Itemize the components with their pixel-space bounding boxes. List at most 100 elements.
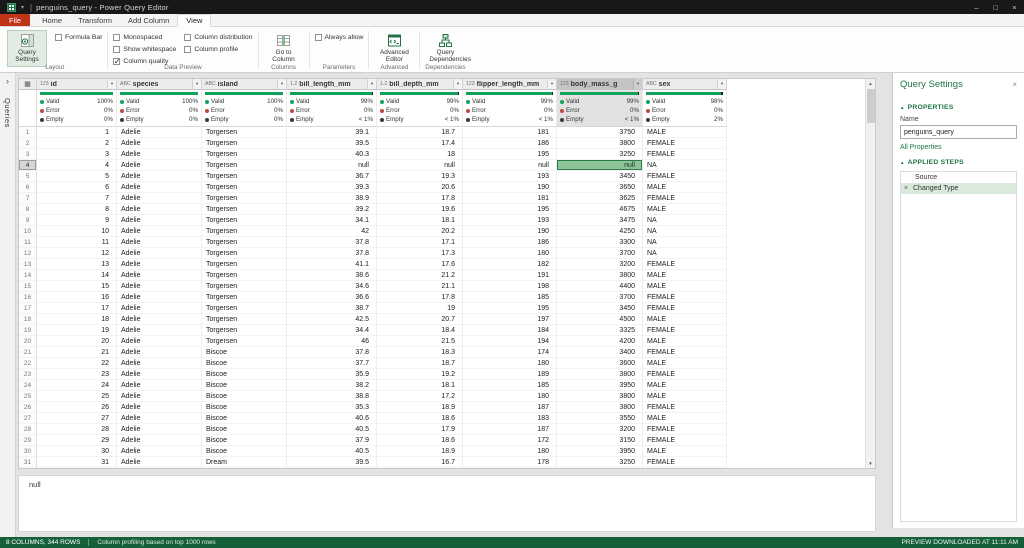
- row-number[interactable]: 3: [19, 149, 37, 160]
- grid-cell[interactable]: 40.6: [287, 413, 377, 424]
- grid-cell[interactable]: MALE: [643, 281, 727, 292]
- close-panel-icon[interactable]: ×: [1012, 80, 1017, 89]
- row-number[interactable]: 10: [19, 226, 37, 237]
- grid-cell[interactable]: FEMALE: [643, 303, 727, 314]
- grid-cell[interactable]: Adelie: [117, 457, 202, 468]
- grid-cell[interactable]: MALE: [643, 204, 727, 215]
- checkbox-icon[interactable]: [315, 34, 322, 41]
- applied-step[interactable]: ×Changed Type: [901, 183, 1016, 194]
- grid-cell[interactable]: 34.4: [287, 325, 377, 336]
- grid-cell[interactable]: MALE: [643, 314, 727, 325]
- scroll-up-icon[interactable]: ▲: [868, 79, 872, 88]
- grid-cell[interactable]: Torgersen: [202, 182, 287, 193]
- row-number[interactable]: 7: [19, 193, 37, 204]
- grid-cell[interactable]: 4250: [557, 226, 643, 237]
- grid-cell[interactable]: Adelie: [117, 435, 202, 446]
- grid-cell[interactable]: 34.6: [287, 281, 377, 292]
- grid-cell[interactable]: 195: [463, 204, 557, 215]
- applied-steps-section-header[interactable]: ▲ APPLIED STEPS: [900, 159, 1017, 166]
- grid-cell[interactable]: 37.8: [287, 248, 377, 259]
- expand-queries-icon[interactable]: ›: [6, 77, 9, 86]
- grid-cell[interactable]: NA: [643, 237, 727, 248]
- grid-cell[interactable]: Biscoe: [202, 347, 287, 358]
- grid-cell[interactable]: 3300: [557, 237, 643, 248]
- grid-cell[interactable]: 182: [463, 259, 557, 270]
- grid-cell[interactable]: 16: [37, 292, 117, 303]
- grid-cell[interactable]: Dream: [202, 457, 287, 468]
- row-number[interactable]: 22: [19, 358, 37, 369]
- grid-cell[interactable]: 193: [463, 171, 557, 182]
- grid-cell[interactable]: 38.7: [287, 303, 377, 314]
- quick-access-caret-icon[interactable]: ▾: [21, 4, 24, 11]
- row-number[interactable]: 16: [19, 292, 37, 303]
- grid-cell[interactable]: NA: [643, 160, 727, 171]
- filter-dropdown-icon[interactable]: ▾: [453, 79, 462, 89]
- row-number[interactable]: 15: [19, 281, 37, 292]
- grid-cell[interactable]: Torgersen: [202, 281, 287, 292]
- grid-cell[interactable]: Adelie: [117, 138, 202, 149]
- row-number[interactable]: 18: [19, 314, 37, 325]
- query-name-input[interactable]: [900, 125, 1017, 139]
- grid-cell[interactable]: 18.9: [377, 446, 463, 457]
- query-dependencies-button[interactable]: Query Dependencies: [425, 30, 465, 67]
- row-number[interactable]: 14: [19, 270, 37, 281]
- grid-cell[interactable]: 191: [463, 270, 557, 281]
- formula-bar-checkbox[interactable]: Formula Bar: [55, 33, 102, 42]
- grid-cell[interactable]: 17.6: [377, 259, 463, 270]
- grid-cell[interactable]: 39.3: [287, 182, 377, 193]
- grid-cell[interactable]: 21.2: [377, 270, 463, 281]
- grid-cell[interactable]: 34.1: [287, 215, 377, 226]
- grid-cell[interactable]: Adelie: [117, 237, 202, 248]
- filter-dropdown-icon[interactable]: ▾: [547, 79, 556, 89]
- grid-cell[interactable]: 42.5: [287, 314, 377, 325]
- file-tab[interactable]: File: [0, 14, 30, 26]
- grid-cell[interactable]: 36.7: [287, 171, 377, 182]
- grid-cell[interactable]: 3800: [557, 369, 643, 380]
- row-number[interactable]: 4: [19, 160, 37, 171]
- grid-cell[interactable]: 8: [37, 204, 117, 215]
- grid-cell[interactable]: 19: [37, 325, 117, 336]
- row-number[interactable]: 26: [19, 402, 37, 413]
- grid-cell[interactable]: 3950: [557, 380, 643, 391]
- grid-cell[interactable]: 17.2: [377, 391, 463, 402]
- grid-cell[interactable]: 180: [463, 446, 557, 457]
- grid-cell[interactable]: 3600: [557, 358, 643, 369]
- row-number[interactable]: 11: [19, 237, 37, 248]
- grid-cell[interactable]: 185: [463, 292, 557, 303]
- grid-cell[interactable]: Biscoe: [202, 413, 287, 424]
- grid-cell[interactable]: Adelie: [117, 182, 202, 193]
- grid-cell[interactable]: FEMALE: [643, 193, 727, 204]
- grid-cell[interactable]: 37.8: [287, 347, 377, 358]
- checkbox-icon[interactable]: [113, 46, 120, 53]
- grid-cell[interactable]: 189: [463, 369, 557, 380]
- column-header-body_mass_g[interactable]: 123body_mass_g▾: [557, 79, 643, 90]
- grid-cell[interactable]: FEMALE: [643, 149, 727, 160]
- grid-cell[interactable]: 194: [463, 336, 557, 347]
- grid-cell[interactable]: Biscoe: [202, 446, 287, 457]
- grid-cell[interactable]: 29: [37, 435, 117, 446]
- filter-dropdown-icon[interactable]: ▾: [107, 79, 116, 89]
- grid-cell[interactable]: Adelie: [117, 380, 202, 391]
- grid-cell[interactable]: 14: [37, 270, 117, 281]
- grid-cell[interactable]: Torgersen: [202, 336, 287, 347]
- grid-cell[interactable]: MALE: [643, 336, 727, 347]
- grid-cell[interactable]: NA: [643, 226, 727, 237]
- grid-cell[interactable]: 3150: [557, 435, 643, 446]
- column-header-id[interactable]: 123id▾: [37, 79, 117, 90]
- grid-cell[interactable]: FEMALE: [643, 138, 727, 149]
- grid-cell[interactable]: 40.5: [287, 424, 377, 435]
- grid-cell[interactable]: Torgersen: [202, 314, 287, 325]
- grid-cell[interactable]: 4500: [557, 314, 643, 325]
- grid-cell[interactable]: Torgersen: [202, 237, 287, 248]
- grid-cell[interactable]: 3800: [557, 391, 643, 402]
- grid-cell[interactable]: Torgersen: [202, 193, 287, 204]
- row-number[interactable]: 30: [19, 446, 37, 457]
- column-header-species[interactable]: ABCspecies▾: [117, 79, 202, 90]
- advanced-editor-button[interactable]: Advanced Editor: [374, 30, 414, 67]
- grid-cell[interactable]: MALE: [643, 127, 727, 138]
- tab-add-column[interactable]: Add Column: [120, 14, 177, 26]
- query-settings-button[interactable]: Query Settings: [7, 30, 47, 67]
- grid-cell[interactable]: 46: [287, 336, 377, 347]
- grid-cell[interactable]: MALE: [643, 446, 727, 457]
- grid-cell[interactable]: 38.6: [287, 270, 377, 281]
